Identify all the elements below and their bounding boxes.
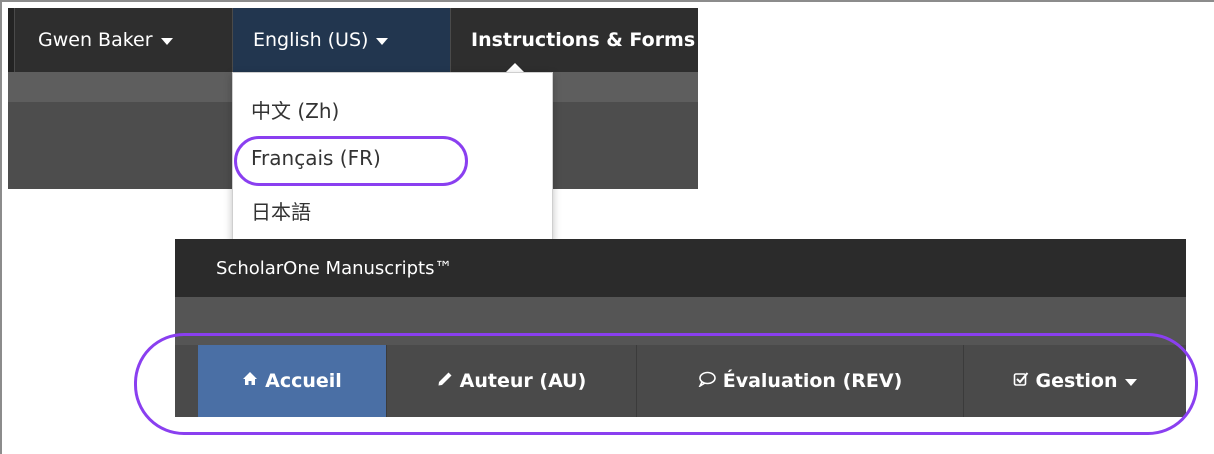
instructions-forms-label: Instructions & Forms <box>471 29 696 51</box>
highlight-circle-nav <box>134 333 1198 435</box>
caret-down-icon <box>160 37 173 45</box>
highlight-circle-french <box>234 136 468 186</box>
user-menu-label: Gwen Baker <box>38 29 153 51</box>
language-option-zh[interactable]: 中文 (Zh) <box>233 86 552 132</box>
navbar-edge <box>8 8 15 72</box>
brand-title[interactable]: ScholarOne Manuscripts™ <box>216 258 452 279</box>
brand-bar: ScholarOne Manuscripts™ <box>175 239 1186 297</box>
instructions-forms-link[interactable]: Instructions & Forms <box>451 8 697 72</box>
image-frame-top <box>0 0 1214 2</box>
language-option-ja[interactable]: 日本語 <box>233 184 552 236</box>
language-menu-button[interactable]: English (US) <box>233 8 451 72</box>
language-menu-label: English (US) <box>253 29 369 51</box>
user-menu-button[interactable]: Gwen Baker <box>15 8 233 72</box>
image-frame-left <box>0 0 2 454</box>
caret-down-icon <box>376 37 389 45</box>
top-navbar: Gwen Baker English (US) Instructions & F… <box>8 8 698 72</box>
